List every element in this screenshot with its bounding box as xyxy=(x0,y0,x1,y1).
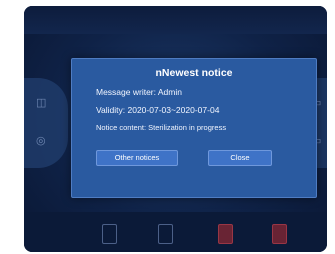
screenshot-stage: ◫ ◎ ▭ ▭ nNewest notice Message writer: A… xyxy=(0,0,335,254)
notice-title: nNewest notice xyxy=(155,67,233,79)
message-writer-text: Message writer: Admin xyxy=(96,87,182,97)
validity-text: Validity: 2020-07-03~2020-07-04 xyxy=(96,105,220,115)
top-status-bar xyxy=(24,6,327,34)
left-side-panel xyxy=(24,78,68,168)
notice-dialog: nNewest notice Message writer: Admin Val… xyxy=(71,58,317,198)
left-panel-icon-bottom: ◎ xyxy=(36,135,46,147)
close-button[interactable]: Close xyxy=(208,150,272,166)
warning-icon xyxy=(272,224,287,244)
document-icon xyxy=(158,224,173,244)
alert-icon xyxy=(218,224,233,244)
notice-content-text: Notice content: Sterilization in progres… xyxy=(96,123,227,132)
left-panel-icon-top: ◫ xyxy=(36,97,47,109)
battery-icon xyxy=(102,224,117,244)
other-notices-button[interactable]: Other notices xyxy=(96,150,178,166)
